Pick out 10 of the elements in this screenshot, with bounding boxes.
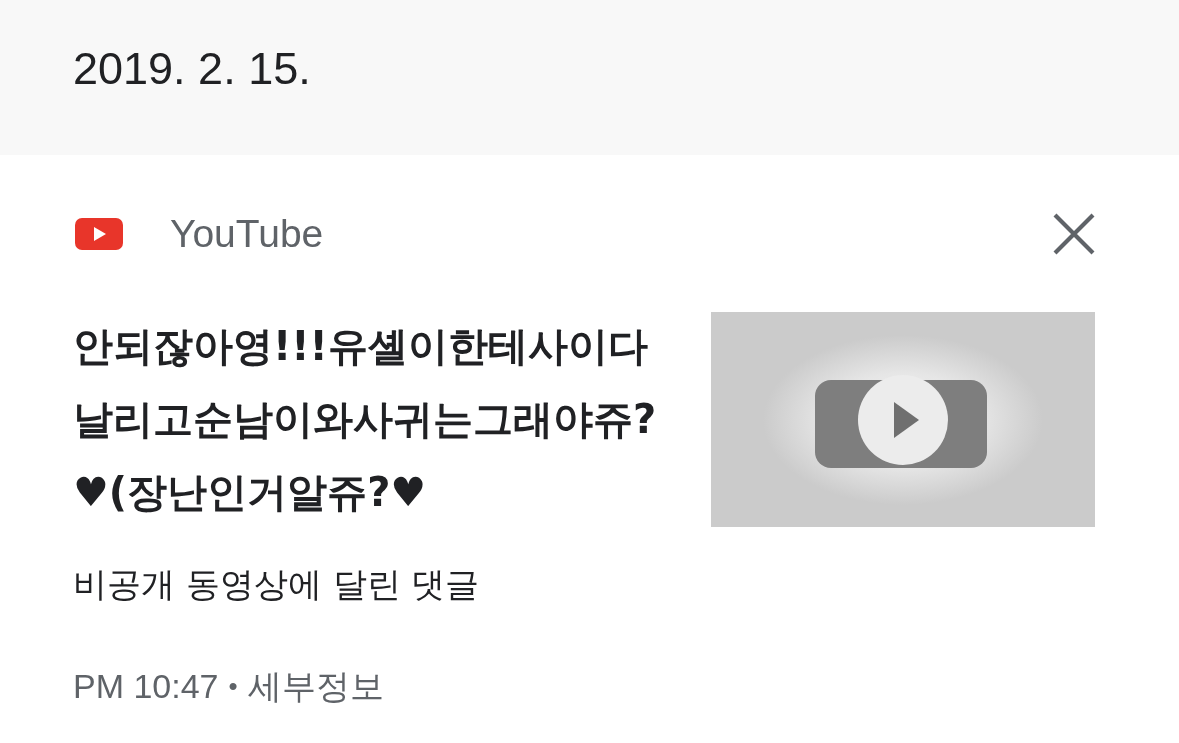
notification-time: PM 10:47 xyxy=(73,666,219,707)
notification-title: 안되잖아영!!!유셸이한테사이다날리고순남이와사귀는그래야쥬?♥(장난인거알쥬?♥ xyxy=(73,322,658,517)
date-heading: 2019. 2. 15. xyxy=(73,42,311,96)
play-logo-icon xyxy=(75,218,123,250)
notification-subtitle: 비공개 동영상에 달린 댓글 xyxy=(73,563,480,606)
app-name: YouTube xyxy=(170,211,324,257)
separator-dot: • xyxy=(228,670,238,703)
details-link[interactable]: 세부정보 xyxy=(247,661,384,711)
close-icon xyxy=(1053,213,1095,255)
close-button[interactable] xyxy=(1053,213,1095,255)
